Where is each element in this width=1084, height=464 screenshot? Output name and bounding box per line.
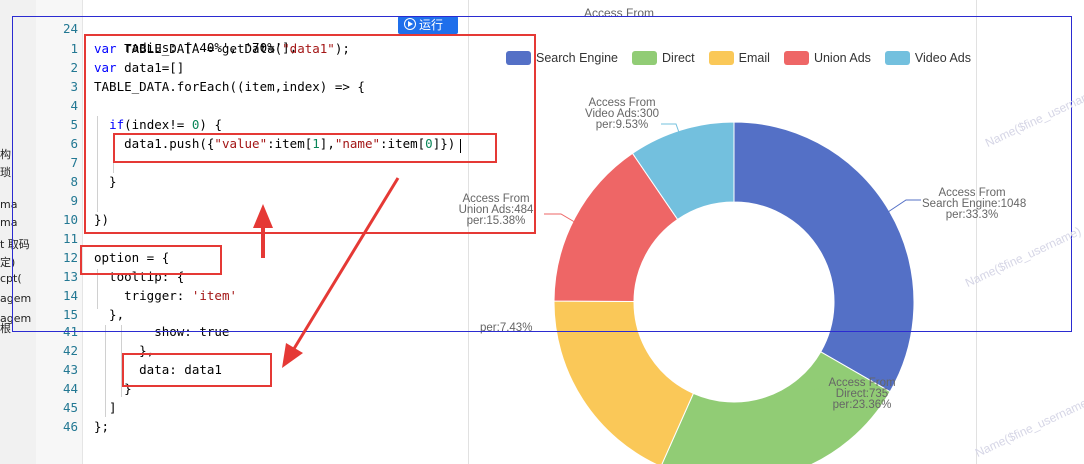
annotation-box-data (122, 353, 272, 387)
annotation-box-option (80, 245, 222, 275)
indent-guide (105, 325, 106, 417)
watermark: Name($fine_username) (972, 394, 1084, 460)
line-number: 46 (62, 419, 78, 434)
line-number: 45 (62, 400, 78, 415)
line-text: }; (94, 419, 110, 434)
annotation-box-push (113, 133, 497, 163)
background-text: 琐 (0, 166, 11, 179)
code-line-45: 45 ] (36, 398, 468, 417)
background-text: 构 (0, 148, 11, 161)
code-line-46: 46}; (36, 417, 468, 436)
line-number: 43 (62, 362, 78, 377)
slice-label: Access From Direct:735 per:23.36% (812, 377, 912, 411)
line-number: 44 (62, 381, 78, 396)
line-number: 42 (62, 343, 78, 358)
background-text: 根 (0, 322, 11, 335)
slice-label-line: per:23.36% (832, 399, 892, 411)
